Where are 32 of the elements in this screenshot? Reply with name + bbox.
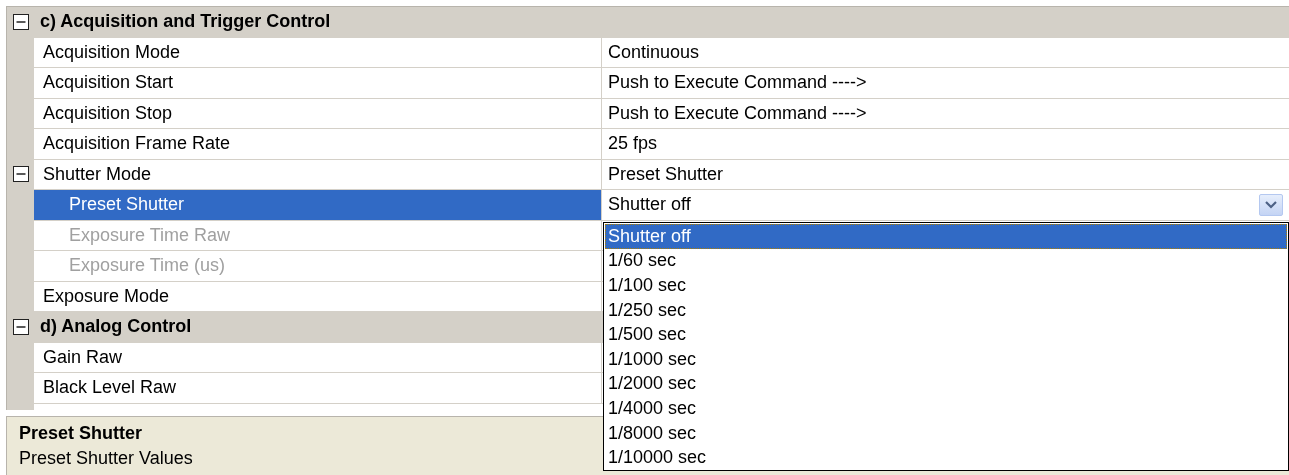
property-name[interactable]: Black Level Raw	[34, 373, 602, 403]
collapse-icon[interactable]	[12, 318, 29, 335]
property-name[interactable]: Gain Raw	[34, 342, 602, 372]
dropdown-option[interactable]: 1/100 sec	[605, 273, 1287, 298]
dropdown-option[interactable]: 1/1000 sec	[605, 346, 1287, 372]
property-value: Continuous	[608, 41, 700, 63]
dropdown-option[interactable]: 1/8000 sec	[605, 420, 1287, 446]
property-value: Push to Execute Command ---->	[608, 72, 867, 94]
property-name[interactable]: Preset Shutter	[34, 190, 602, 220]
value-combo-text[interactable]: Shutter off	[608, 194, 691, 216]
dropdown-option[interactable]: 1/500 sec	[605, 322, 1287, 347]
property-name[interactable]: Acquisition Stop	[34, 98, 602, 128]
dropdown-option[interactable]: 1/250 sec	[605, 297, 1287, 323]
property-name[interactable]: Acquisition Start	[34, 68, 602, 98]
chevron-down-icon	[1265, 200, 1277, 209]
property-value: 25 fps	[608, 133, 658, 155]
dropdown-button[interactable]	[1259, 193, 1283, 216]
description-title: Preset Shutter	[19, 423, 143, 444]
property-name[interactable]: Exposure Mode	[34, 281, 602, 311]
dropdown-option[interactable]: 1/60 sec	[605, 248, 1287, 274]
property-value: Push to Execute Command ---->	[608, 102, 867, 124]
property-name[interactable]: Acquisition Frame Rate	[34, 129, 602, 159]
dropdown-option[interactable]: 1/2000 sec	[605, 371, 1287, 397]
collapse-icon[interactable]	[12, 13, 29, 30]
description-text: Preset Shutter Values	[19, 448, 193, 469]
dropdown-option[interactable]: Shutter off	[605, 224, 1287, 249]
property-name[interactable]: Shutter Mode	[34, 159, 602, 189]
property-name[interactable]: Acquisition Mode	[34, 37, 602, 67]
dropdown-option[interactable]: 1/4000 sec	[605, 396, 1287, 421]
dropdown-option[interactable]: 1/10000 sec	[605, 445, 1287, 470]
property-value: Preset Shutter	[608, 163, 724, 185]
collapse-icon[interactable]	[12, 166, 29, 183]
